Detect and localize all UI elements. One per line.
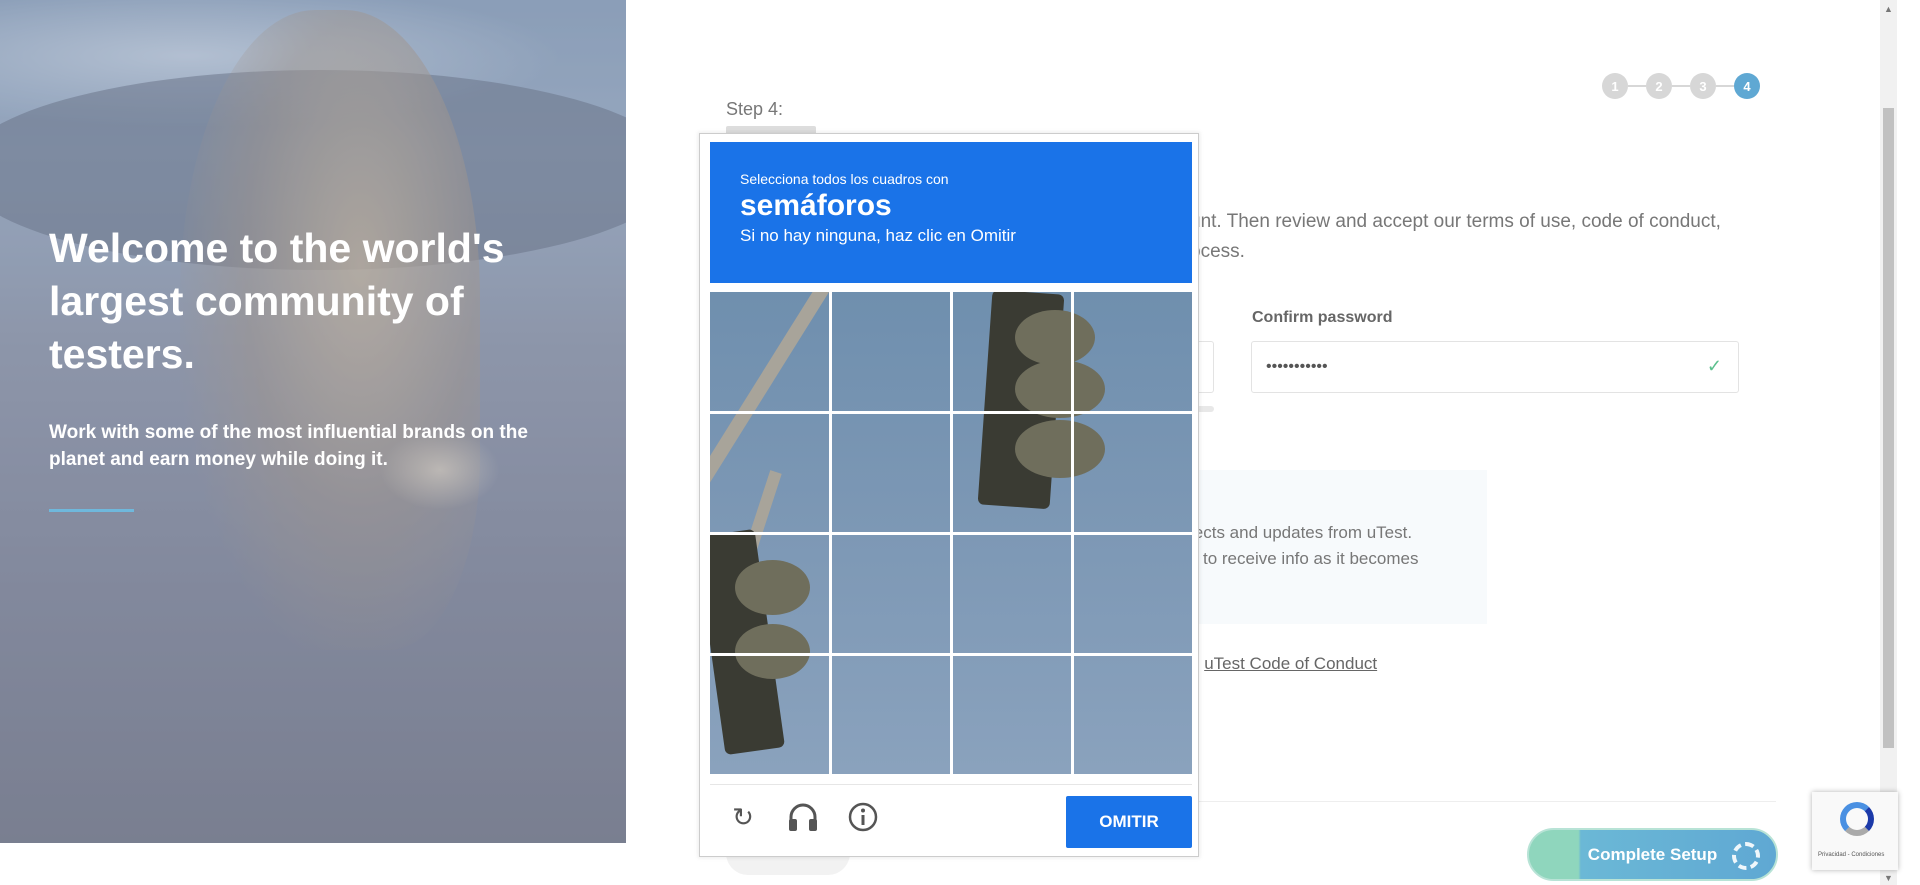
step-label: Step 4: [726,99,784,119]
captcha-tile[interactable] [953,535,1071,653]
newsletter-text: jects and updates from uTest. to receive… [1190,520,1490,572]
recaptcha-logo-icon [1840,802,1874,836]
scroll-down-icon[interactable]: ▼ [1884,873,1893,883]
skip-button[interactable]: OMITIR [1066,796,1192,848]
captcha-instruction: Selecciona todos los cuadros con [740,171,949,187]
captcha-tile[interactable] [831,656,949,774]
app-root: Welcome to the world's largest community… [0,0,1920,885]
captcha-challenge: Selecciona todos los cuadros con semáfor… [699,133,1199,857]
captcha-tile[interactable] [831,292,949,410]
code-of-conduct-row: e uTest Code of Conduct [1190,654,1377,674]
step-connector [1672,85,1690,87]
captcha-tile[interactable] [710,535,828,653]
confirm-password-field[interactable]: ••••••••••• ✓ [1251,341,1739,393]
step-dot-2: 2 [1646,73,1672,99]
step-dot-3: 3 [1690,73,1716,99]
step-dot-1: 1 [1602,73,1628,99]
step-connector [1716,85,1734,87]
confirm-password-label: Confirm password [1252,309,1393,326]
newsletter-line-1: jects and updates from uTest. [1190,523,1413,542]
scroll-up-icon[interactable]: ▲ [1884,4,1893,14]
captcha-footer: ↻ OMITIR [710,784,1192,850]
hero-title: Welcome to the world's largest community… [49,225,505,377]
captcha-tile[interactable] [831,535,949,653]
captcha-tile[interactable] [953,292,1071,410]
code-of-conduct-link[interactable]: uTest Code of Conduct [1204,654,1377,673]
info-icon[interactable] [846,800,880,834]
captcha-tile[interactable] [710,413,828,531]
newsletter-line-2: to receive info as it becomes [1203,549,1419,568]
captcha-tile[interactable] [710,292,828,410]
complete-setup-button[interactable]: Complete Setup [1527,828,1778,881]
reload-icon[interactable]: ↻ [726,800,760,834]
captcha-tile[interactable] [710,656,828,774]
scrollbar-thumb[interactable] [1883,108,1894,748]
captcha-tile[interactable] [831,413,949,531]
captcha-tile[interactable] [1074,656,1192,774]
captcha-image-grid [710,292,1192,774]
hero-panel: Welcome to the world's largest community… [0,0,626,843]
confirm-password-value: ••••••••••• [1266,358,1328,375]
check-icon: ✓ [1706,356,1722,376]
captcha-tile[interactable] [1074,535,1192,653]
step-connector [1628,85,1646,87]
captcha-tile[interactable] [1074,292,1192,410]
page-scrollbar[interactable]: ▲ ▼ [1880,0,1897,885]
recaptcha-badge-text: Privacidad - Condiciones [1818,852,1885,858]
captcha-header: Selecciona todos los cuadros con semáfor… [710,142,1192,283]
step-indicator: 1 2 3 4 [1602,73,1760,99]
complete-setup-label: Complete Setup [1587,844,1718,864]
captcha-tile[interactable] [953,413,1071,531]
captcha-tile[interactable] [953,656,1071,774]
intro-text: unt. Then review and accept our terms of… [1190,211,1721,262]
captcha-target: semáforos [740,189,892,222]
hero-subtitle: Work with some of the most influential b… [49,422,528,470]
loading-spinner-icon [1732,842,1760,870]
captcha-hint: Si no hay ninguna, haz clic en Omitir [740,226,1016,245]
captcha-tile[interactable] [1074,413,1192,531]
recaptcha-badge[interactable]: Privacidad - Condiciones [1812,792,1898,870]
hero-accent-rule [49,509,134,512]
step-dot-4: 4 [1734,73,1760,99]
headphones-icon[interactable] [786,800,820,834]
